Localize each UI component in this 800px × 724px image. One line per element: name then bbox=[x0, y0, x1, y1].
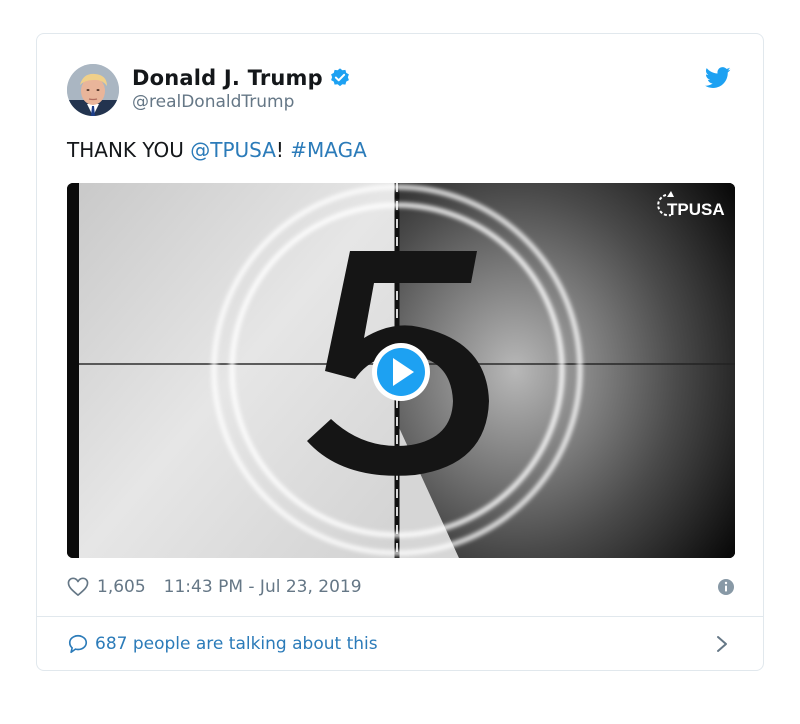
video-player[interactable]: TPUSA bbox=[67, 183, 735, 558]
tweet-text-middle: ! bbox=[275, 138, 291, 162]
avatar[interactable] bbox=[67, 64, 119, 116]
like-count: 1,605 bbox=[97, 577, 146, 597]
heart-icon[interactable] bbox=[67, 577, 89, 597]
author-handle[interactable]: @realDonaldTrump bbox=[132, 92, 294, 112]
mention-link[interactable]: @TPUSA bbox=[190, 138, 276, 162]
tweet-card: Donald J. Trump @realDonaldTrump THANK Y… bbox=[36, 33, 764, 671]
conversation-link[interactable]: 687 people are talking about this bbox=[67, 631, 735, 657]
verified-badge-icon bbox=[330, 68, 349, 87]
author-name[interactable]: Donald J. Trump bbox=[132, 66, 323, 90]
twitter-bird-icon[interactable] bbox=[705, 67, 731, 89]
tweet-text: THANK YOU @TPUSA! #MAGA bbox=[67, 138, 367, 162]
hashtag-link[interactable]: #MAGA bbox=[290, 138, 367, 162]
play-button[interactable] bbox=[372, 343, 430, 401]
author-row: Donald J. Trump bbox=[132, 64, 351, 92]
comment-bubble-icon bbox=[68, 634, 88, 654]
watermark-text: TPUSA bbox=[667, 200, 725, 219]
tweet-text-prefix: THANK YOU bbox=[67, 138, 191, 162]
meta-row: 1,605 11:43 PM - Jul 23, 2019 bbox=[67, 574, 735, 600]
info-icon[interactable] bbox=[717, 578, 735, 596]
talking-count-text: 687 people are talking about this bbox=[95, 634, 378, 654]
chevron-right-icon bbox=[717, 636, 727, 652]
divider bbox=[37, 616, 763, 617]
tweet-timestamp[interactable]: 11:43 PM - Jul 23, 2019 bbox=[164, 577, 362, 597]
